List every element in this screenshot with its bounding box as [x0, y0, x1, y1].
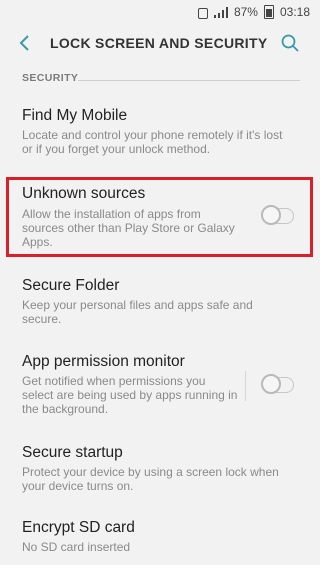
section-divider: [78, 80, 300, 81]
setting-summary-line: Get notified when permissions you: [22, 374, 206, 388]
setting-title: Encrypt SD card: [22, 519, 135, 536]
setting-summary-line: secure.: [22, 312, 62, 326]
toggle-knob: [261, 374, 281, 394]
setting-secure-folder[interactable]: Secure Folder Keep your personal files a…: [0, 270, 320, 334]
setting-secure-startup[interactable]: Secure startup Protect your device by us…: [0, 437, 320, 497]
setting-summary-line: or if you forget your unlock method.: [22, 142, 211, 156]
setting-title: Find My Mobile: [22, 107, 128, 124]
setting-summary-line: Locate and control your phone remotely i…: [22, 128, 283, 142]
setting-title: Secure Folder: [22, 277, 120, 294]
lock-status-icon: [197, 7, 208, 19]
section-header: SECURITY: [22, 72, 79, 84]
setting-summary-line: Protect your device by using a screen lo…: [22, 465, 279, 479]
setting-summary-line: your device turns on.: [22, 479, 134, 493]
setting-summary-line: Keep your personal files and apps safe a…: [22, 298, 253, 312]
setting-find-my-mobile[interactable]: Find My Mobile Locate and control your p…: [0, 100, 320, 164]
clock: 03:18: [279, 5, 310, 19]
app-permission-monitor-toggle[interactable]: [261, 374, 294, 394]
toolbar: LOCK SCREEN AND SECURITY: [0, 24, 320, 64]
page-title: LOCK SCREEN AND SECURITY: [50, 35, 268, 51]
setting-encrypt-sd-card[interactable]: Encrypt SD card No SD card inserted: [0, 512, 320, 562]
battery-percent: 87%: [233, 5, 258, 19]
setting-app-permission-monitor[interactable]: App permission monitor Get notified when…: [0, 345, 320, 425]
setting-title: Secure startup: [22, 444, 123, 461]
battery-icon: [263, 5, 274, 19]
back-arrow-icon[interactable]: [14, 32, 36, 54]
setting-summary-line: No SD card inserted: [22, 540, 131, 554]
highlight-box: [6, 177, 313, 257]
status-bar: 87% 03:18: [0, 0, 320, 24]
setting-summary-line: select are being used by apps running in: [22, 388, 238, 402]
setting-title: App permission monitor: [22, 353, 185, 370]
search-icon[interactable]: [279, 32, 301, 54]
setting-summary-line: the background.: [22, 402, 109, 416]
signal-icon: [213, 6, 228, 18]
vertical-divider: [245, 371, 246, 401]
